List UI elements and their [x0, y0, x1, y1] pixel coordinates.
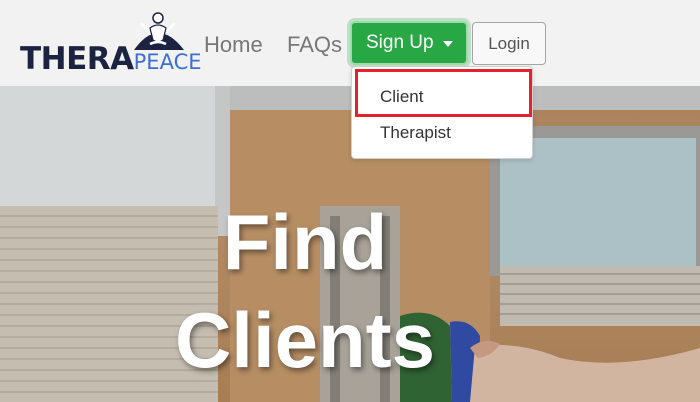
brand-part-peace: PEACE: [133, 50, 202, 74]
brand-part-thera: THERA: [20, 41, 134, 77]
signup-label: Sign Up: [366, 32, 434, 53]
nav-home-link[interactable]: Home: [204, 31, 263, 59]
login-label: Login: [488, 33, 530, 53]
caret-down-icon: [443, 41, 453, 47]
signup-dropdown-button[interactable]: Sign Up: [350, 21, 468, 65]
hero-title-line2: Clients: [174, 296, 436, 384]
nav-faqs-link[interactable]: FAQs: [287, 31, 342, 59]
hero-title: Find Clients: [0, 193, 610, 389]
login-button[interactable]: Login: [472, 22, 546, 65]
brand-logo[interactable]: THERAPEACE: [18, 10, 202, 76]
dropdown-item-therapist[interactable]: Therapist: [352, 118, 532, 148]
hero-banner: Find Clients: [0, 86, 700, 402]
signup-dropdown-menu: Client Therapist: [351, 66, 533, 159]
dropdown-item-client[interactable]: Client: [352, 82, 532, 112]
hero-title-line1: Find: [222, 198, 388, 286]
brand-wordmark: THERAPEACE: [20, 44, 202, 75]
navbar: THERAPEACE Home FAQs Sign Up Login: [0, 0, 700, 86]
